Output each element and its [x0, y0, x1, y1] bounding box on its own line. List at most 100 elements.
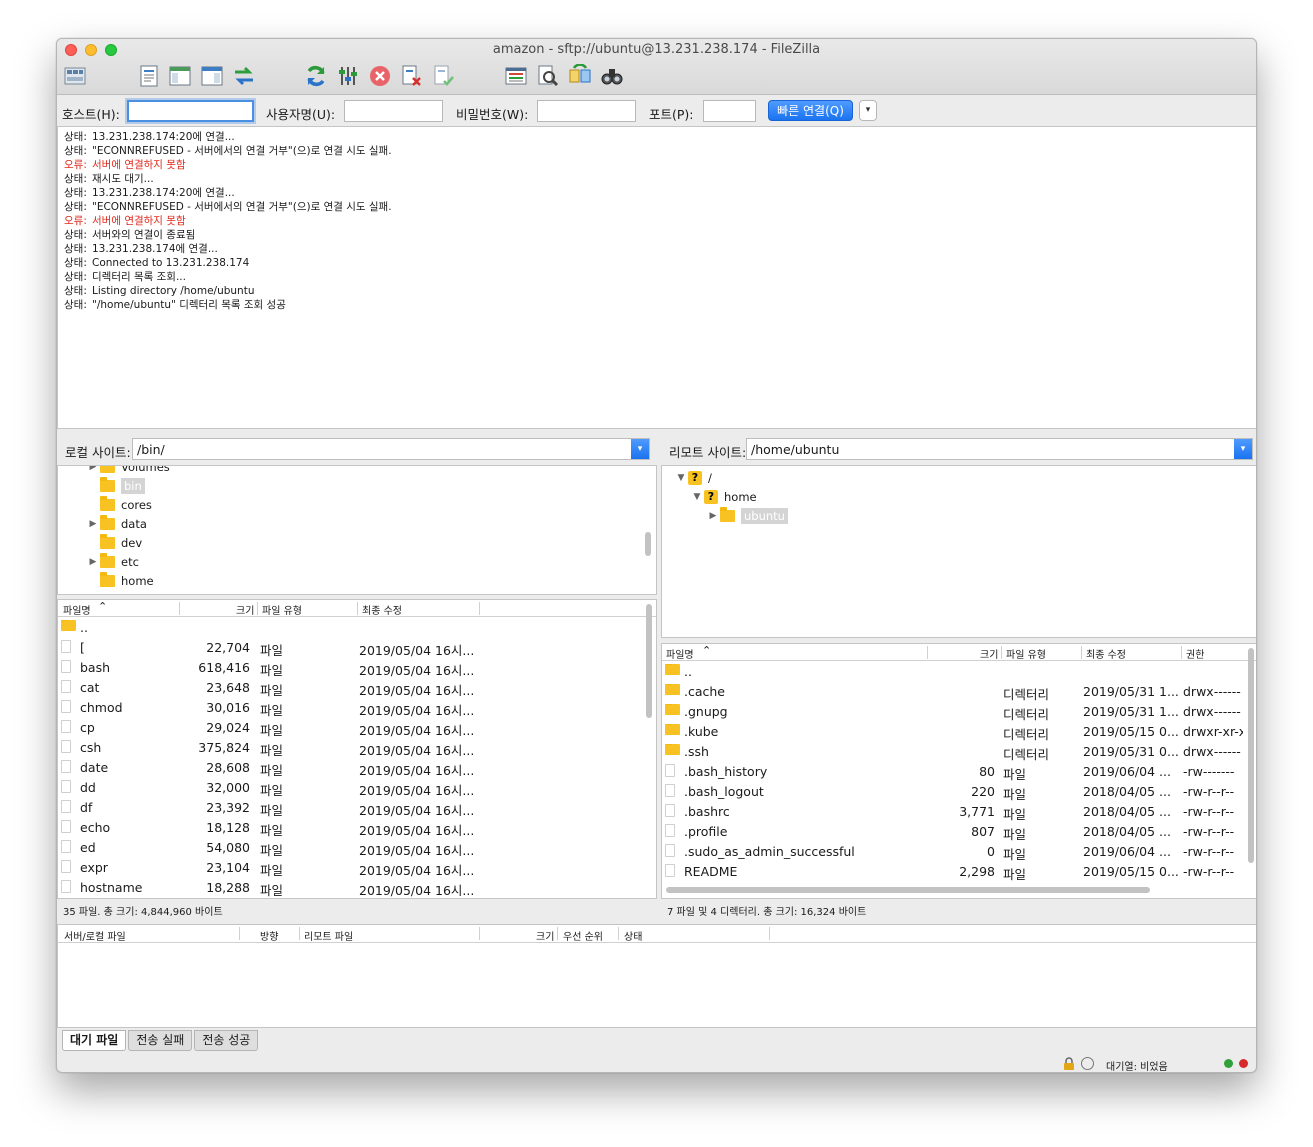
reconnect-icon[interactable] [431, 63, 457, 89]
table-row[interactable]: bash 618,416 파일 2019/05/04 16시... [58, 657, 656, 678]
quickconnect-button[interactable]: 빠른 연결(Q) [768, 100, 853, 121]
message-log[interactable]: 상태: 13.231.238.174:20에 연결... 상태: "ECONNREFU… [57, 126, 1256, 429]
table-row[interactable]: .. [58, 617, 656, 637]
password-input[interactable] [537, 100, 636, 122]
local-directory-tree[interactable]: ▶ Volumes bin cores ▶ data dev ▶ etc home [57, 465, 657, 595]
table-row[interactable]: .bash_history 80 파일 2019/06/04 ... -rw------… [662, 761, 1256, 782]
local-tree-item[interactable]: cores [86, 495, 152, 514]
remote-tree-item[interactable]: ▼? home [690, 487, 757, 506]
port-input[interactable] [703, 100, 756, 122]
col-permissions[interactable]: 권한 [1186, 646, 1204, 661]
col-status[interactable]: 상태 [624, 928, 642, 943]
quickconnect-history-dropdown[interactable]: ▾ [859, 100, 877, 121]
col-type[interactable]: 파일 유형 [1006, 646, 1046, 661]
col-modified[interactable]: 최종 수정 [362, 602, 402, 617]
col-server-local-file[interactable]: 서버/로컬 파일 [64, 928, 126, 943]
chevron-down-icon[interactable]: ▾ [631, 439, 649, 459]
table-row[interactable]: hostname 18,288 파일 2019/05/04 16시... [58, 877, 656, 898]
col-direction[interactable]: 방향 [260, 928, 278, 943]
table-row[interactable]: cat 23,648 파일 2019/05/04 16시... [58, 677, 656, 698]
col-size[interactable]: 크기 [536, 928, 554, 943]
refresh-icon[interactable] [303, 63, 329, 89]
col-filename[interactable]: 파일명 [63, 602, 91, 617]
expand-arrow-icon[interactable]: ▼ [690, 492, 704, 502]
toggle-log-icon[interactable] [136, 63, 162, 89]
table-row[interactable]: chmod 30,016 파일 2019/05/04 16시... [58, 697, 656, 718]
local-file-list[interactable]: 파일명 ⌃ 크기 파일 유형 최종 수정 .. [22,704 파일 2019/05/… [57, 599, 657, 899]
toggle-remote-tree-icon[interactable] [199, 63, 225, 89]
local-tree-item[interactable]: ▶ Volumes [86, 466, 170, 476]
directory-compare-icon[interactable] [503, 63, 529, 89]
transfer-queue-icon[interactable] [231, 63, 257, 89]
transfer-queue[interactable]: 서버/로컬 파일 방향 리모트 파일 크기 우선 순위 상태 [57, 924, 1256, 1028]
local-tree-scrollbar[interactable] [645, 532, 651, 556]
table-row[interactable]: .. [662, 661, 1256, 681]
remote-path-combo[interactable]: /home/ubuntu ▾ [746, 438, 1253, 460]
filter-icon[interactable] [535, 63, 561, 89]
expand-arrow-icon[interactable]: ▼ [674, 473, 688, 483]
host-input[interactable] [127, 100, 254, 122]
table-row[interactable]: cp 29,024 파일 2019/05/04 16시... [58, 717, 656, 738]
file-icon [61, 800, 71, 813]
col-size[interactable]: 크기 [980, 646, 998, 661]
remote-list-hscrollbar[interactable] [666, 887, 1150, 893]
queue-tab[interactable]: 전송 성공 [194, 1030, 259, 1051]
col-filename[interactable]: 파일명 [666, 646, 694, 661]
cell-size: 3,771 [959, 804, 995, 819]
sync-browse-icon[interactable] [567, 63, 593, 89]
local-path-combo[interactable]: /bin/ ▾ [132, 438, 650, 460]
col-priority[interactable]: 우선 순위 [563, 928, 603, 943]
col-remote-file[interactable]: 리모트 파일 [304, 928, 353, 943]
expand-arrow-icon[interactable]: ▶ [706, 511, 720, 521]
table-row[interactable]: README 2,298 파일 2019/05/15 0... -rw-r--r-- [662, 861, 1256, 882]
col-size[interactable]: 크기 [236, 602, 254, 617]
remote-site-bar: 리모트 사이트: /home/ubuntu ▾ [661, 436, 1256, 462]
table-row[interactable]: df 23,392 파일 2019/05/04 16시... [58, 797, 656, 818]
cell-modified: 2019/05/15 0... [1083, 724, 1179, 739]
username-input[interactable] [344, 100, 443, 122]
table-row[interactable]: ed 54,080 파일 2019/05/04 16시... [58, 837, 656, 858]
table-row[interactable]: csh 375,824 파일 2019/05/04 16시... [58, 737, 656, 758]
local-tree-item[interactable]: ▶ etc [86, 552, 139, 571]
local-tree-item[interactable]: ▶ data [86, 514, 147, 533]
cancel-icon[interactable] [367, 63, 393, 89]
remote-directory-tree[interactable]: ▼? / ▼? home ▶ ubuntu [661, 465, 1256, 638]
expand-arrow-icon[interactable]: ▶ [86, 519, 100, 529]
table-row[interactable]: .bashrc 3,771 파일 2018/04/05 ... -rw-r--r-- [662, 801, 1256, 822]
cell-name: .sudo_as_admin_successful [684, 844, 855, 859]
remote-tree-item[interactable]: ▶ ubuntu [706, 506, 788, 525]
table-row[interactable]: .ssh 디렉터리 2019/05/31 0... drwx------ [662, 741, 1256, 762]
queue-tab[interactable]: 대기 파일 [62, 1030, 127, 1051]
table-row[interactable]: date 28,608 파일 2019/05/04 16시... [58, 757, 656, 778]
process-queue-icon[interactable] [335, 63, 361, 89]
remote-path-text: /home/ubuntu [751, 442, 840, 457]
table-row[interactable]: .sudo_as_admin_successful 0 파일 2019/06/04 .… [662, 841, 1256, 862]
remote-file-list[interactable]: 파일명 ⌃ 크기 파일 유형 최종 수정 권한 .. .cache 디렉터리 2019… [661, 643, 1256, 899]
local-tree-item[interactable]: dev [86, 533, 142, 552]
folder-icon [665, 724, 680, 735]
file-icon [61, 880, 71, 893]
table-row[interactable]: .profile 807 파일 2018/04/05 ... -rw-r--r-- [662, 821, 1256, 842]
table-row[interactable]: .bash_logout 220 파일 2018/04/05 ... -rw-r--r-… [662, 781, 1256, 802]
toggle-local-tree-icon[interactable] [167, 63, 193, 89]
table-row[interactable]: expr 23,104 파일 2019/05/04 16시... [58, 857, 656, 878]
col-modified[interactable]: 최종 수정 [1086, 646, 1126, 661]
remote-tree-item[interactable]: ▼? / [674, 468, 712, 487]
local-tree-item[interactable]: home [86, 571, 154, 590]
table-row[interactable]: .gnupg 디렉터리 2019/05/31 1... drwx------ [662, 701, 1256, 722]
queue-tab[interactable]: 전송 실패 [128, 1030, 193, 1051]
site-manager-icon[interactable] [62, 63, 88, 89]
col-type[interactable]: 파일 유형 [262, 602, 302, 617]
table-row[interactable]: dd 32,000 파일 2019/05/04 16시... [58, 777, 656, 798]
speed-limit-icon[interactable] [1081, 1057, 1094, 1070]
expand-arrow-icon[interactable]: ▶ [86, 466, 100, 472]
expand-arrow-icon[interactable]: ▶ [86, 557, 100, 567]
table-row[interactable]: .kube 디렉터리 2019/05/15 0... drwxr-xr-x [662, 721, 1256, 742]
table-row[interactable]: echo 18,128 파일 2019/05/04 16시... [58, 817, 656, 838]
table-row[interactable]: [22,704 파일 2019/05/04 16시... [58, 637, 656, 658]
disconnect-icon[interactable] [399, 63, 425, 89]
local-tree-item[interactable]: bin [86, 476, 145, 495]
chevron-down-icon[interactable]: ▾ [1234, 439, 1252, 459]
table-row[interactable]: .cache 디렉터리 2019/05/31 1... drwx------ [662, 681, 1256, 702]
search-icon[interactable] [599, 63, 625, 89]
